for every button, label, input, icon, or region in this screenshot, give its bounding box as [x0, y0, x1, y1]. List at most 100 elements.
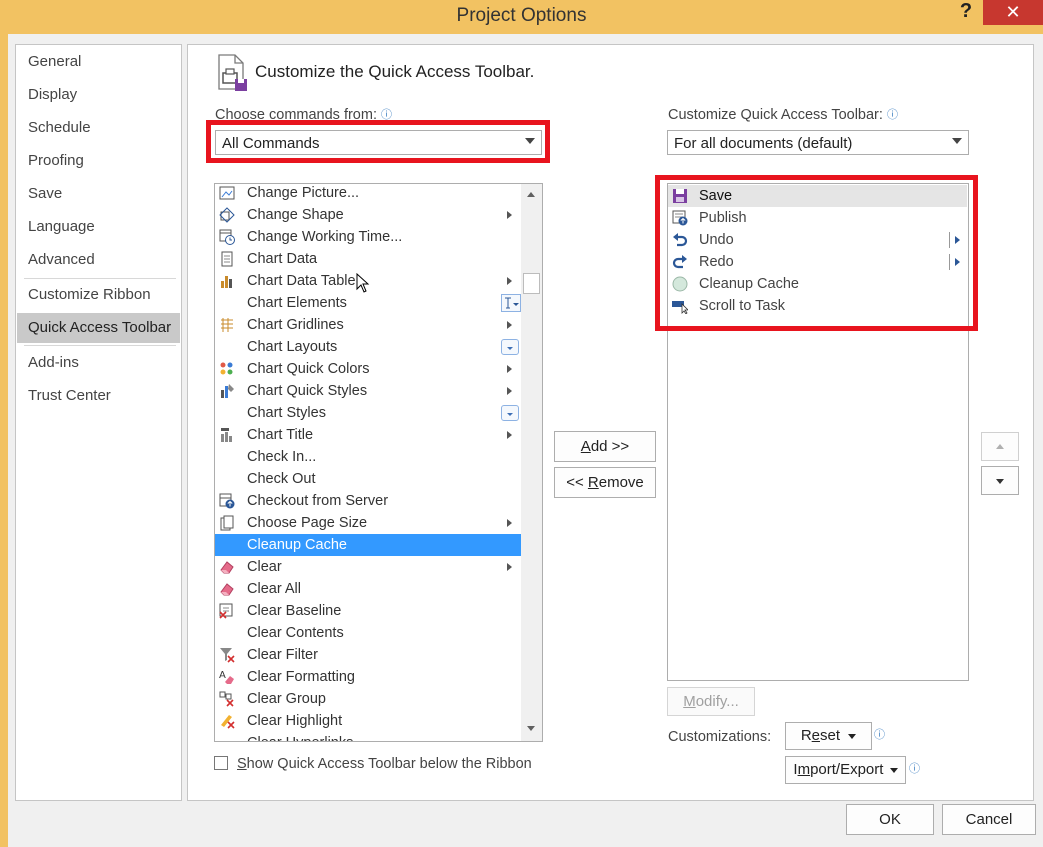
- nav-item-language[interactable]: Language: [17, 212, 180, 242]
- list-item[interactable]: Clear All: [215, 578, 521, 600]
- move-up-button[interactable]: [981, 432, 1019, 461]
- picture-icon: [219, 186, 235, 200]
- ok-button[interactable]: OK: [846, 804, 934, 835]
- list-item-label: Change Shape: [247, 207, 344, 223]
- list-item-label: Cleanup Cache: [247, 537, 347, 553]
- highlight-box: [655, 175, 978, 331]
- nav-item-proofing[interactable]: Proofing: [17, 146, 180, 176]
- import-export-button[interactable]: Import/Export: [785, 756, 906, 784]
- list-item[interactable]: Checkout from Server: [215, 490, 521, 512]
- scroll-down-icon[interactable]: [527, 726, 535, 731]
- list-item[interactable]: Check In...: [215, 446, 521, 468]
- nav-item-schedule[interactable]: Schedule: [17, 113, 180, 143]
- list-item[interactable]: Clear Contents: [215, 622, 521, 644]
- list-item-label: Change Picture...: [247, 185, 360, 201]
- list-item[interactable]: Clear Baseline: [215, 600, 521, 622]
- qat-scope-dropdown[interactable]: For all documents (default): [667, 130, 969, 155]
- list-item[interactable]: Chart Title: [215, 424, 521, 446]
- list-item[interactable]: Cleanup Cache: [215, 534, 521, 556]
- list-item-label: Check In...: [247, 449, 317, 465]
- commands-list[interactable]: Change Picture... Change Shape Change Work…: [214, 183, 543, 742]
- list-item[interactable]: Clear Hyperlinks: [215, 732, 521, 741]
- list-item-label: Choose Page Size: [247, 515, 368, 531]
- page-heading: Customize the Quick Access Toolbar.: [255, 62, 535, 81]
- list-item[interactable]: Clear Group: [215, 688, 521, 710]
- filter-clear-icon: [220, 648, 235, 663]
- calendar-clock-icon: [219, 229, 235, 245]
- list-item-label: Clear All: [247, 581, 301, 597]
- server-icon: [219, 493, 235, 509]
- list-item[interactable]: Check Out: [215, 468, 521, 490]
- styles-icon: [221, 384, 234, 398]
- nav-item-display[interactable]: Display: [17, 80, 180, 110]
- close-button[interactable]: ✕: [983, 0, 1043, 25]
- list-item[interactable]: Choose Page Size: [215, 512, 521, 534]
- split-button-icon: [501, 294, 521, 312]
- chevron-right-icon: [507, 519, 512, 527]
- gridlines-icon: [221, 318, 233, 332]
- list-item[interactable]: Chart Quick Colors: [215, 358, 521, 380]
- remove-button[interactable]: << Remove: [554, 467, 656, 498]
- list-item-label: Checkout from Server: [247, 493, 389, 509]
- nav-item-add-ins[interactable]: Add-ins: [17, 348, 180, 378]
- chevron-right-icon: [507, 431, 512, 439]
- nav-item-quick-access-toolbar[interactable]: Quick Access Toolbar: [17, 313, 180, 343]
- move-down-button[interactable]: [981, 466, 1019, 495]
- page-size-icon: [220, 515, 234, 531]
- list-item-label: Chart Title: [247, 427, 314, 443]
- eraser-icon: [220, 561, 234, 574]
- list-item[interactable]: Clear Highlight: [215, 710, 521, 732]
- nav-item-save[interactable]: Save: [17, 179, 180, 209]
- list-item[interactable]: Chart Elements: [215, 292, 521, 314]
- help-button[interactable]: ?: [955, 0, 977, 24]
- chevron-right-icon: [507, 211, 512, 219]
- chart-title-icon: [221, 428, 232, 442]
- list-item-label: Clear Filter: [247, 647, 318, 663]
- nav-item-general[interactable]: General: [17, 47, 180, 77]
- list-item[interactable]: Clear: [215, 556, 521, 578]
- choose-commands-dropdown[interactable]: All Commands: [215, 130, 542, 155]
- list-item-label: Change Working Time...: [247, 229, 403, 245]
- list-item[interactable]: Chart Styles: [215, 402, 521, 424]
- list-item[interactable]: Clear Filter: [215, 644, 521, 666]
- qat-customize-icon: [218, 54, 247, 91]
- list-item[interactable]: A Clear Formatting: [215, 666, 521, 688]
- list-item[interactable]: Chart Layouts: [215, 336, 521, 358]
- list-item-label: Clear Hyperlinks: [247, 732, 353, 741]
- gallery-icon: [501, 339, 519, 355]
- info-icon: ⓘ: [874, 729, 885, 741]
- add-button[interactable]: Add >>: [554, 431, 656, 462]
- nav-item-advanced[interactable]: Advanced: [17, 245, 180, 275]
- info-icon: ⓘ: [887, 109, 898, 121]
- list-item[interactable]: Change Picture...: [215, 184, 521, 204]
- chevron-down-icon: [889, 767, 898, 773]
- commands-scrollbar[interactable]: [521, 184, 542, 741]
- list-item[interactable]: Chart Data: [215, 248, 521, 270]
- nav-item-trust-center[interactable]: Trust Center: [17, 381, 180, 411]
- show-below-ribbon-label[interactable]: Show Quick Access Toolbar below the Ribb…: [237, 756, 532, 772]
- list-item-label: Chart Elements: [247, 295, 347, 311]
- list-item[interactable]: Chart Gridlines: [215, 314, 521, 336]
- list-item[interactable]: Change Shape: [215, 204, 521, 226]
- list-item-label: Clear Highlight: [247, 713, 343, 729]
- list-item-label: Chart Data: [247, 251, 318, 267]
- chevron-right-icon: [507, 563, 512, 571]
- list-item[interactable]: Change Working Time...: [215, 226, 521, 248]
- cancel-button[interactable]: Cancel: [942, 804, 1036, 835]
- nav-item-customize-ribbon[interactable]: Customize Ribbon: [17, 280, 180, 310]
- svg-text:A: A: [219, 670, 226, 681]
- clear-group-icon: [219, 691, 234, 707]
- list-item-label: Chart Layouts: [247, 339, 338, 355]
- list-item[interactable]: Chart Quick Styles: [215, 380, 521, 402]
- info-icon: ⓘ: [909, 763, 920, 775]
- list-item-label: Clear: [247, 559, 282, 575]
- clear-highlight-icon: [221, 715, 235, 729]
- clear-format-icon: A: [219, 670, 234, 684]
- show-below-ribbon-checkbox[interactable]: [214, 756, 228, 770]
- scroll-thumb[interactable]: [523, 273, 540, 294]
- reset-button[interactable]: Reset: [785, 722, 872, 750]
- list-item-label: Chart Gridlines: [247, 317, 344, 333]
- modify-button[interactable]: Modify...: [667, 687, 755, 716]
- customize-qat-label: Customize Quick Access Toolbar:: [668, 107, 883, 123]
- scroll-up-icon[interactable]: [527, 192, 535, 197]
